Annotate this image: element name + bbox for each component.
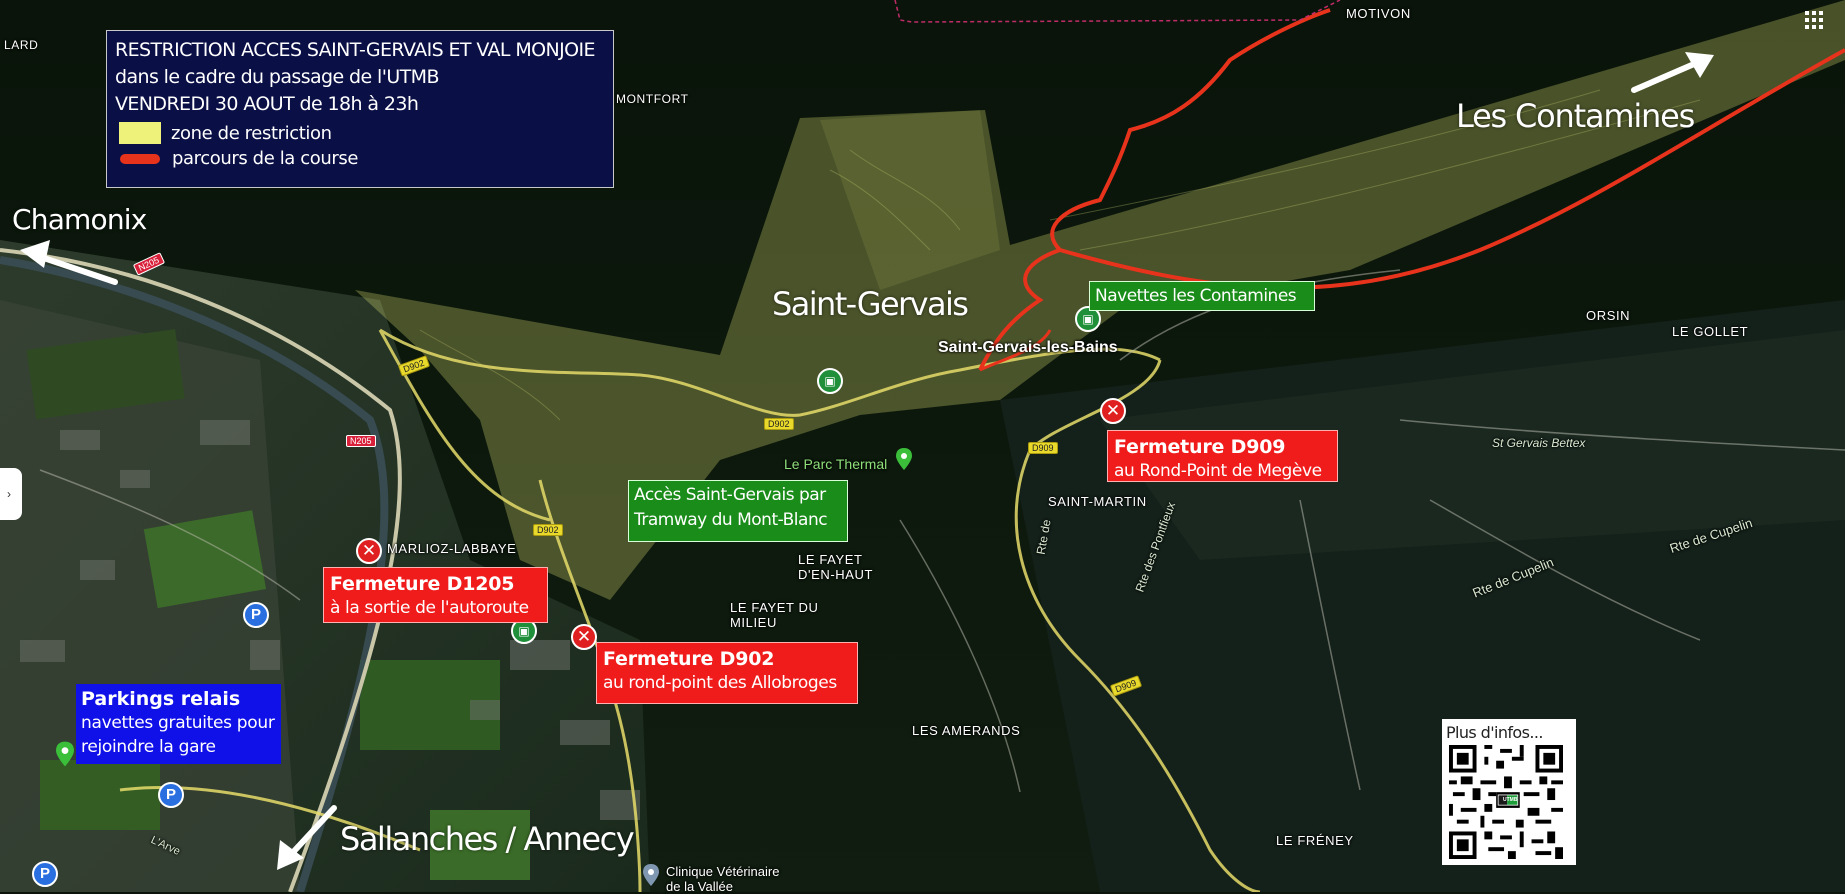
arrow-chamonix-icon [20, 240, 120, 285]
qr-label: Plus d'infos... [1446, 723, 1543, 742]
parking-relais-box: Parkings relais navettes gratuites pour … [76, 684, 281, 764]
closure-d909-title: Fermeture D909 [1114, 436, 1286, 458]
parc-thermal-pin-icon[interactable] [896, 448, 912, 470]
closure-d902-title: Fermeture D902 [603, 648, 775, 670]
place-le-freney: LE FRÉNEY [1276, 833, 1354, 848]
destination-sallanches-annecy: Sallanches / Annecy [340, 820, 635, 858]
closure-d1205-box: Fermeture D1205 à la sortie de l'autorou… [323, 567, 548, 623]
road-badge-d902-2: D902 [764, 418, 794, 430]
legend-date: VENDREDI 30 AOUT de 18h à 23h [115, 93, 419, 115]
legend-subtitle: dans le cadre du passage de l'UTMB [115, 66, 439, 88]
closure-d909-detail: au Rond-Point de Megève [1114, 461, 1322, 481]
legend-zone-label: zone de restriction [171, 122, 332, 144]
tramway-line1: Accès Saint-Gervais par [634, 485, 826, 505]
clinique-pin-icon[interactable] [643, 864, 659, 886]
clinique-label-line1: Clinique Vétérinaire [666, 864, 780, 879]
place-motivon: MOTIVON [1346, 6, 1411, 21]
arrow-sallanches-icon [275, 800, 340, 870]
town-saint-gervais: Saint-Gervais [772, 285, 969, 323]
train-station-icon[interactable]: ▣ [817, 368, 843, 394]
closure-d909-icon[interactable]: ✕ [1100, 398, 1126, 424]
parking-relais-title: Parkings relais [81, 688, 241, 710]
legend-route-label: parcours de la course [172, 148, 359, 169]
race-route-swatch [120, 153, 160, 164]
closure-d902-icon[interactable]: ✕ [571, 624, 597, 650]
closure-d1205-title: Fermeture D1205 [330, 573, 515, 595]
closure-d1205-icon[interactable]: ✕ [356, 538, 382, 564]
parking-icon[interactable]: P [243, 602, 269, 628]
place-le-gollet: LE GOLLET [1672, 324, 1749, 339]
closure-d902-detail: au rond-point des Allobroges [603, 673, 837, 693]
parking-relais-pin-icon[interactable] [56, 741, 74, 767]
place-parc-thermal: Le Parc Thermal [784, 456, 888, 472]
side-panel-toggle[interactable]: › [0, 468, 22, 520]
tramway-access-box: Accès Saint-Gervais par Tramway du Mont-… [628, 480, 848, 542]
qr-code-panel[interactable]: Plus d'infos... UTMB [1442, 719, 1576, 865]
road-badge-d909: D909 [1028, 442, 1058, 454]
closure-d909-box: Fermeture D909 au Rond-Point de Megève [1107, 430, 1338, 482]
road-badge-n205-2: N205 [346, 435, 376, 447]
place-orsin: ORSIN [1586, 308, 1631, 323]
place-les-amerands: LES AMERANDS [912, 723, 1021, 738]
place-marlioz-labbaye: MARLIOZ-LABBAYE [387, 541, 517, 556]
arrow-contamines-icon [1630, 48, 1720, 93]
legend-title: RESTRICTION ACCES SAINT-GERVAIS ET VAL M… [115, 39, 595, 61]
legend-route-row: parcours de la course [115, 148, 605, 169]
place-st-gervais-bettex: St Gervais Bettex [1492, 436, 1586, 450]
destination-chamonix: Chamonix [12, 203, 147, 236]
shuttle-les-contamines-box: Navettes les Contamines [1089, 281, 1315, 311]
place-saint-gervais-les-bains: Saint-Gervais-les-Bains [938, 339, 1118, 356]
closure-d902-box: Fermeture D902 au rond-point des Allobro… [596, 642, 858, 704]
place-saint-martin: SAINT-MARTIN [1048, 494, 1147, 509]
chevron-right-icon: › [7, 487, 11, 501]
parking-icon-2[interactable]: P [158, 782, 184, 808]
qr-badge-label: UTMB [1503, 797, 1518, 803]
place-lard: LARD [4, 38, 39, 52]
road-badge-d902-3: D902 [533, 524, 563, 536]
parking-relais-line2: rejoindre la gare [81, 737, 216, 757]
place-montfort: MONTFORT [616, 92, 689, 106]
destination-les-contamines: Les Contamines [1456, 97, 1695, 135]
legend-zone-row: zone de restriction [115, 122, 605, 144]
parking-icon-3[interactable]: P [32, 861, 58, 887]
restriction-zone-swatch [119, 122, 161, 144]
map-legend: RESTRICTION ACCES SAINT-GERVAIS ET VAL M… [106, 30, 614, 188]
place-le-fayet-d-en-haut: LE FAYET D'EN-HAUT [798, 552, 874, 582]
tramway-line2: Tramway du Mont-Blanc [634, 510, 828, 530]
parking-relais-line1: navettes gratuites pour [81, 713, 275, 733]
closure-d1205-detail: à la sortie de l'autoroute [330, 598, 529, 618]
apps-grid-icon[interactable] [1802, 8, 1826, 32]
place-le-fayet-du-milieu: LE FAYET DU MILIEU [730, 600, 819, 630]
